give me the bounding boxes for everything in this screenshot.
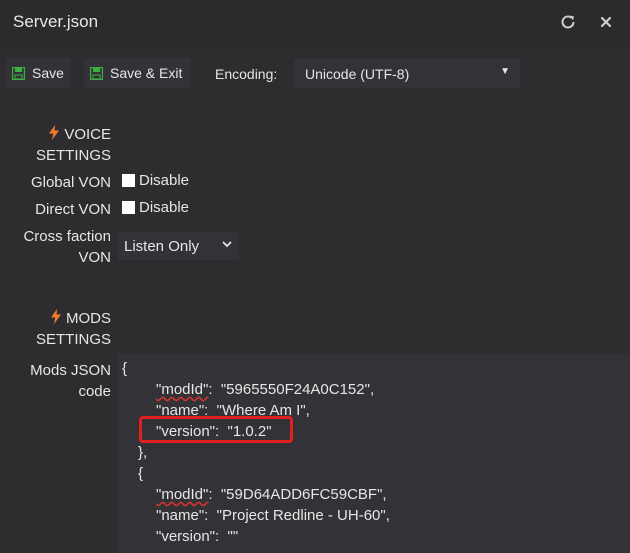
encoding-label: Encoding:: [215, 66, 278, 82]
floppy-disk-icon: [12, 66, 25, 80]
close-button[interactable]: [595, 11, 617, 33]
window-title: Server.json: [13, 12, 99, 31]
dropdown-arrow-icon: ▼: [500, 66, 510, 77]
close-icon: [600, 16, 612, 28]
mods-json-editor[interactable]: { "modId": "5965550F24A0C152", "name": "…: [118, 353, 630, 553]
cross-faction-von-label: Cross faction VON: [0, 226, 111, 268]
code-line: },: [138, 444, 148, 461]
modid-value: : "5965550F24A0C152",: [208, 381, 375, 398]
refresh-button[interactable]: [557, 11, 579, 33]
global-von-label: Global VON: [30, 174, 111, 191]
save-button[interactable]: Save: [6, 58, 70, 88]
save-exit-button-label: Save & Exit: [110, 65, 183, 81]
direct-von-option-label: Disable: [139, 199, 190, 216]
code-line: "modId": "59D64ADD6FC59CBF",: [156, 486, 387, 503]
save-button-label: Save: [32, 65, 64, 81]
global-von-checkbox[interactable]: [122, 174, 135, 187]
mods-heading-line1: MODS: [66, 310, 111, 327]
mods-heading-line2: SETTINGS: [35, 331, 111, 348]
modid-value: : "59D64ADD6FC59CBF",: [208, 486, 387, 503]
voice-heading-line1: VOICE: [64, 126, 111, 143]
code-line: "modId": "5965550F24A0C152",: [156, 381, 374, 398]
code-line: "name": "Project Redline - UH-60",: [156, 507, 390, 524]
code-line: {: [122, 360, 128, 377]
direct-von-option: Disable: [122, 199, 189, 216]
voice-settings-heading: VOICE SETTINGS: [0, 124, 111, 166]
cross-faction-von-value: Listen Only: [124, 237, 200, 255]
highlight-annotation: [139, 416, 293, 443]
global-von-option: Disable: [122, 172, 189, 189]
mods-json-label: Mods JSON code: [0, 360, 111, 402]
cross-faction-label-line2: VON: [78, 249, 111, 266]
code-line: {: [138, 465, 144, 482]
voice-heading-line2: SETTINGS: [35, 147, 111, 164]
encoding-value: Unicode (UTF-8): [305, 65, 410, 82]
toolbar: Save Save & Exit Encoding: Unicode (UTF-…: [0, 50, 630, 94]
title-bar: Server.json: [0, 0, 630, 46]
settings-panel: VOICE SETTINGS Global VON Disable Direct…: [0, 94, 630, 553]
mods-json-label-line1: Mods JSON: [30, 362, 111, 379]
direct-von-checkbox[interactable]: [122, 201, 135, 214]
modid-key: "modId": [156, 486, 209, 503]
cross-faction-von-select[interactable]: Listen Only: [118, 232, 239, 260]
refresh-icon: [561, 15, 575, 29]
lightning-icon: [51, 309, 61, 324]
chevron-down-icon: [222, 241, 232, 248]
modid-key: "modId": [156, 381, 209, 398]
save-exit-button[interactable]: Save & Exit: [84, 58, 190, 88]
global-von-option-label: Disable: [139, 172, 190, 189]
lightning-icon: [49, 125, 60, 140]
direct-von-label: Direct VON: [35, 201, 111, 218]
floppy-disk-icon: [90, 66, 103, 80]
encoding-select[interactable]: Unicode (UTF-8) ▼: [294, 59, 520, 88]
code-line: "version": "": [156, 528, 239, 545]
mods-json-label-line2: code: [78, 383, 111, 400]
mods-settings-heading: MODS SETTINGS: [0, 308, 111, 350]
cross-faction-label-line1: Cross faction: [23, 228, 111, 245]
